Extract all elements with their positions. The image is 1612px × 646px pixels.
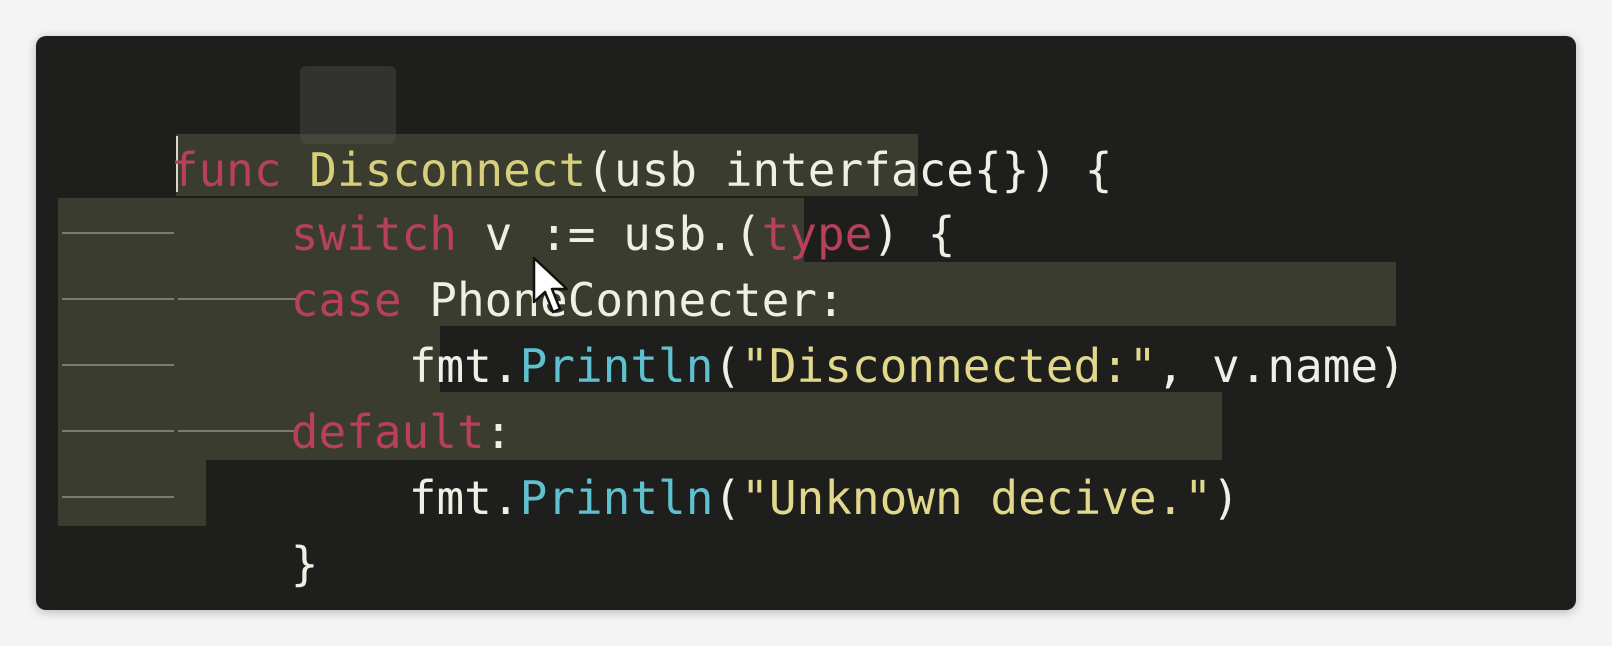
code-line-4: fmt.Println("Disconnected:", v.name): [408, 339, 1406, 393]
code-line-6: fmt.Println("Unknown decive."): [408, 471, 1240, 525]
code-line-2: switch v := usb.(type) {: [290, 207, 956, 261]
code-line-1: func Disconnect(usb interface{}) {: [60, 68, 1113, 197]
token-string: "Disconnected:": [741, 339, 1157, 393]
indent-guide: [62, 298, 174, 300]
code-line-7: }: [290, 537, 319, 591]
code-line-5: default:: [290, 405, 513, 459]
mouse-pointer-icon: [532, 256, 569, 314]
code-editor[interactable]: func Disconnect(usb interface{}) { switc…: [36, 36, 1576, 610]
code-line-8: }: [60, 530, 199, 610]
token-method: Println: [519, 471, 714, 525]
code-line-3: case PhoneConnecter:: [290, 273, 845, 327]
token-string: "Unknown decive.": [741, 471, 1212, 525]
indent-guide: [62, 364, 174, 366]
token-method: Println: [519, 339, 714, 393]
indent-guide: [62, 496, 174, 498]
indent-guide: [62, 430, 174, 432]
